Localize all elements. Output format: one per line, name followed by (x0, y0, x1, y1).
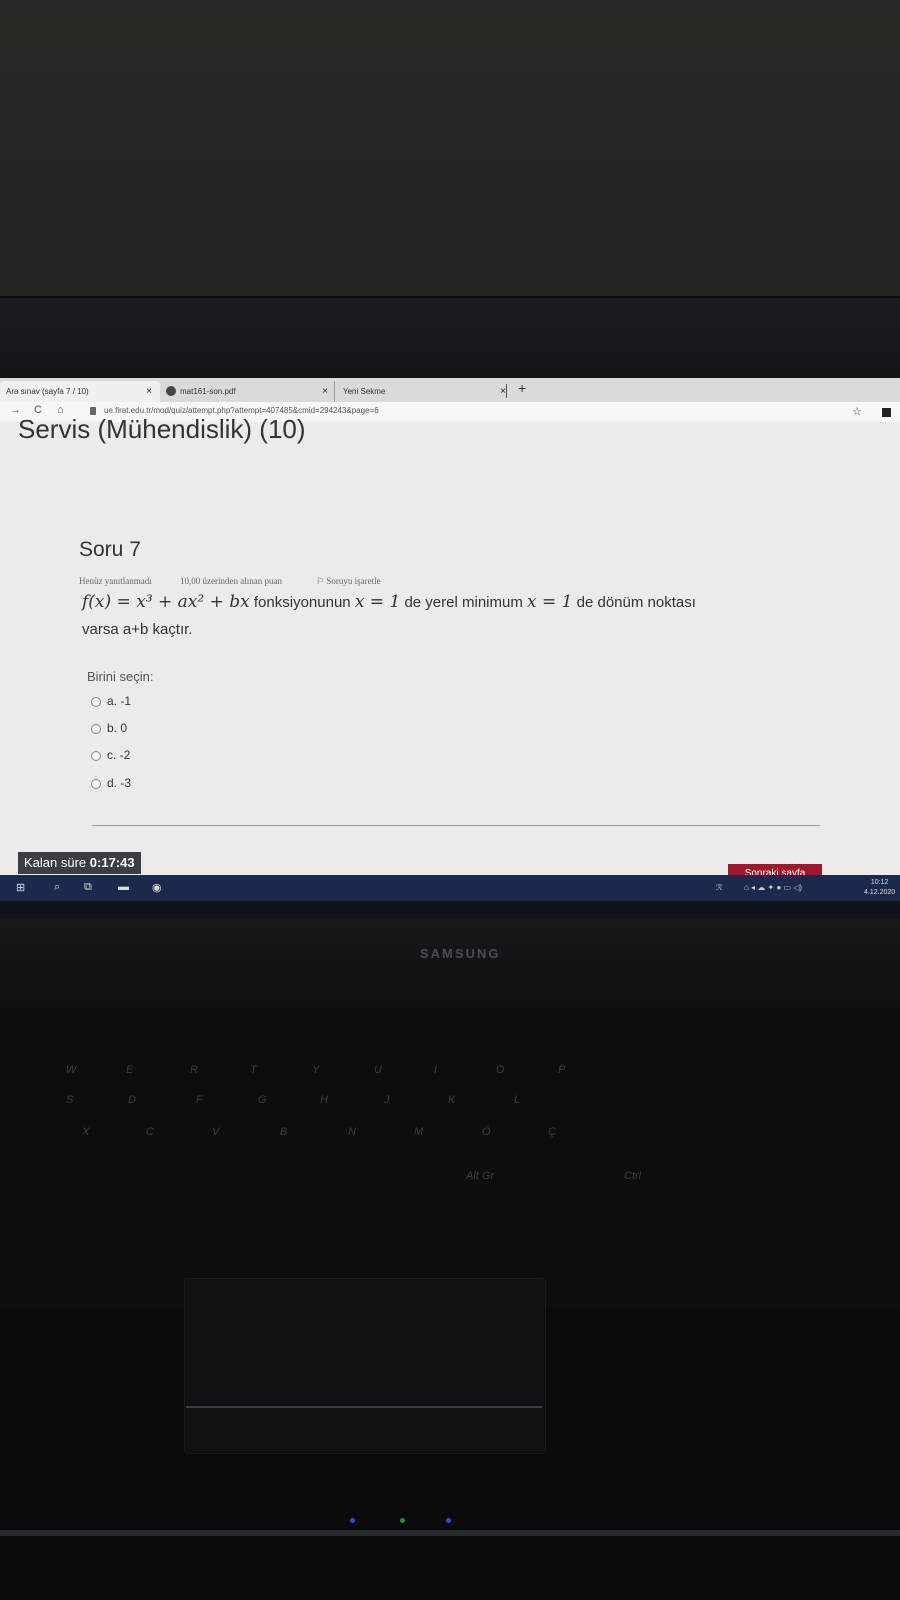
key: J (384, 1094, 390, 1106)
key: I (434, 1064, 438, 1076)
key: L (514, 1094, 521, 1106)
divider (92, 825, 820, 826)
brand-logo: SAMSUNG (420, 946, 501, 961)
radio-button[interactable] (91, 723, 101, 734)
task-view-icon[interactable]: ⧉ (84, 881, 92, 894)
laptop-front-edge (0, 1530, 900, 1536)
laptop-keyboard: W E R T Y U I O P S D F G H J K L X C V … (0, 1008, 900, 1308)
key: D (128, 1094, 136, 1106)
clock-time: 10:12 (870, 879, 889, 886)
key: Ctrl (624, 1170, 642, 1182)
close-icon[interactable]: × (146, 381, 152, 402)
clock-date: 4.12.2020 (864, 889, 896, 896)
option-a[interactable]: a. -1 (91, 694, 131, 708)
question-text-line-1: f(x) = x³ + ax² + bx fonksiyonunun x = 1… (82, 592, 696, 612)
status-led (400, 1518, 405, 1523)
touchpad (184, 1278, 546, 1454)
key: R (190, 1064, 198, 1076)
key: Ç (548, 1126, 556, 1138)
option-c[interactable]: c. -2 (91, 748, 130, 762)
globe-icon (166, 386, 176, 396)
flag-label: Soruyu işaretle (326, 576, 381, 586)
screen-bezel-top (0, 296, 900, 640)
key: B (280, 1126, 288, 1138)
key: W (66, 1064, 77, 1076)
key: S (66, 1094, 74, 1106)
math-formula: x = 1 (527, 592, 573, 612)
option-d[interactable]: d. -3 (91, 776, 131, 790)
question-status: Henüz yanıtlanmadı (79, 576, 152, 586)
windows-taskbar: ⊞ ⌕ ⧉ ▬ ◉ ℛ ⌂ ◂ ☁ ✦ ● ▭ ◁) 10:12 4.12.20… (0, 875, 900, 901)
option-label: b. 0 (107, 721, 128, 735)
file-explorer-icon[interactable]: ▬ (118, 881, 129, 893)
tab-new-title: Yeni Sekme (343, 387, 386, 396)
extension-icon[interactable] (882, 408, 891, 417)
timer-value: 0:17:43 (89, 855, 135, 870)
windows-start-icon[interactable]: ⊞ (16, 881, 25, 894)
tab-separator (506, 384, 507, 398)
key: O (496, 1064, 505, 1076)
status-led (350, 1518, 355, 1523)
people-icon[interactable]: ℛ (716, 883, 722, 892)
key: N (348, 1126, 356, 1138)
key: P (558, 1064, 566, 1076)
browser-tab-bar: Ara sınav (sayfa 7 / 10) × mat161-son.pd… (0, 378, 900, 402)
math-formula: x = 1 (354, 592, 401, 612)
tab-quiz[interactable]: Ara sınav (sayfa 7 / 10) × (0, 381, 160, 402)
question-text-part: de yerel minimum (404, 594, 523, 611)
remaining-time-badge: Kalan süre 0:17:43 (18, 852, 141, 874)
course-title: Servis (Mühendislik) (10) (18, 414, 306, 444)
flag-question-link[interactable]: ⚐ Soruyu işaretle (316, 576, 381, 587)
math-formula: f(x) = x³ + ax² + bx (82, 592, 250, 612)
radio-button[interactable] (91, 778, 101, 789)
option-label: d. -3 (107, 776, 132, 790)
option-label: c. -2 (107, 748, 131, 762)
key: X (82, 1126, 90, 1138)
key: K (448, 1094, 456, 1106)
key: V (212, 1126, 220, 1138)
key: G (258, 1094, 267, 1106)
screen-bezel-bottom (0, 918, 900, 1008)
radio-button[interactable] (91, 750, 101, 761)
question-points: 10,00 üzerinden alınan puan (180, 576, 282, 586)
tab-pdf-title: mat161-son.pdf (180, 387, 236, 396)
background-wall (0, 0, 900, 300)
key: F (196, 1094, 203, 1106)
laptop-screen: Ara sınav (sayfa 7 / 10) × mat161-son.pd… (0, 378, 900, 924)
tab-quiz-title: Ara sınav (sayfa 7 / 10) (6, 387, 89, 396)
question-text-line-2: varsa a+b kaçtır. (82, 621, 193, 638)
key: H (320, 1094, 328, 1106)
flag-icon: ⚐ (316, 576, 327, 586)
key: Alt Gr (466, 1170, 495, 1182)
radio-button[interactable] (91, 696, 101, 707)
option-label: a. -1 (107, 694, 132, 708)
status-led (446, 1518, 451, 1523)
tab-new[interactable]: Yeni Sekme × (334, 381, 514, 402)
answer-prompt: Birini seçin: (87, 669, 154, 684)
question-text-part: de dönüm noktası (576, 594, 696, 611)
new-tab-icon[interactable]: + (518, 380, 526, 396)
search-icon[interactable]: ⌕ (54, 881, 60, 894)
key: E (126, 1064, 134, 1076)
taskbar-clock[interactable]: 10:12 4.12.2020 (864, 878, 895, 898)
question-number: Soru 7 (79, 538, 141, 561)
close-icon[interactable]: × (322, 381, 328, 402)
key: C (146, 1126, 154, 1138)
question-text-part: fonksiyonunun (253, 594, 351, 611)
key: T (250, 1064, 257, 1076)
chrome-icon[interactable]: ◉ (152, 881, 162, 894)
star-icon[interactable]: ☆ (852, 405, 862, 418)
key: Ö (482, 1126, 491, 1138)
touchpad-buttons-line (186, 1406, 542, 1408)
option-b[interactable]: b. 0 (91, 721, 127, 735)
key: Y (312, 1064, 320, 1076)
timer-label: Kalan süre (24, 855, 87, 870)
key: U (374, 1064, 382, 1076)
tab-pdf[interactable]: mat161-son.pdf × (166, 381, 336, 402)
system-tray-icons[interactable]: ⌂ ◂ ☁ ✦ ● ▭ ◁) (744, 883, 802, 892)
key: M (414, 1126, 424, 1138)
